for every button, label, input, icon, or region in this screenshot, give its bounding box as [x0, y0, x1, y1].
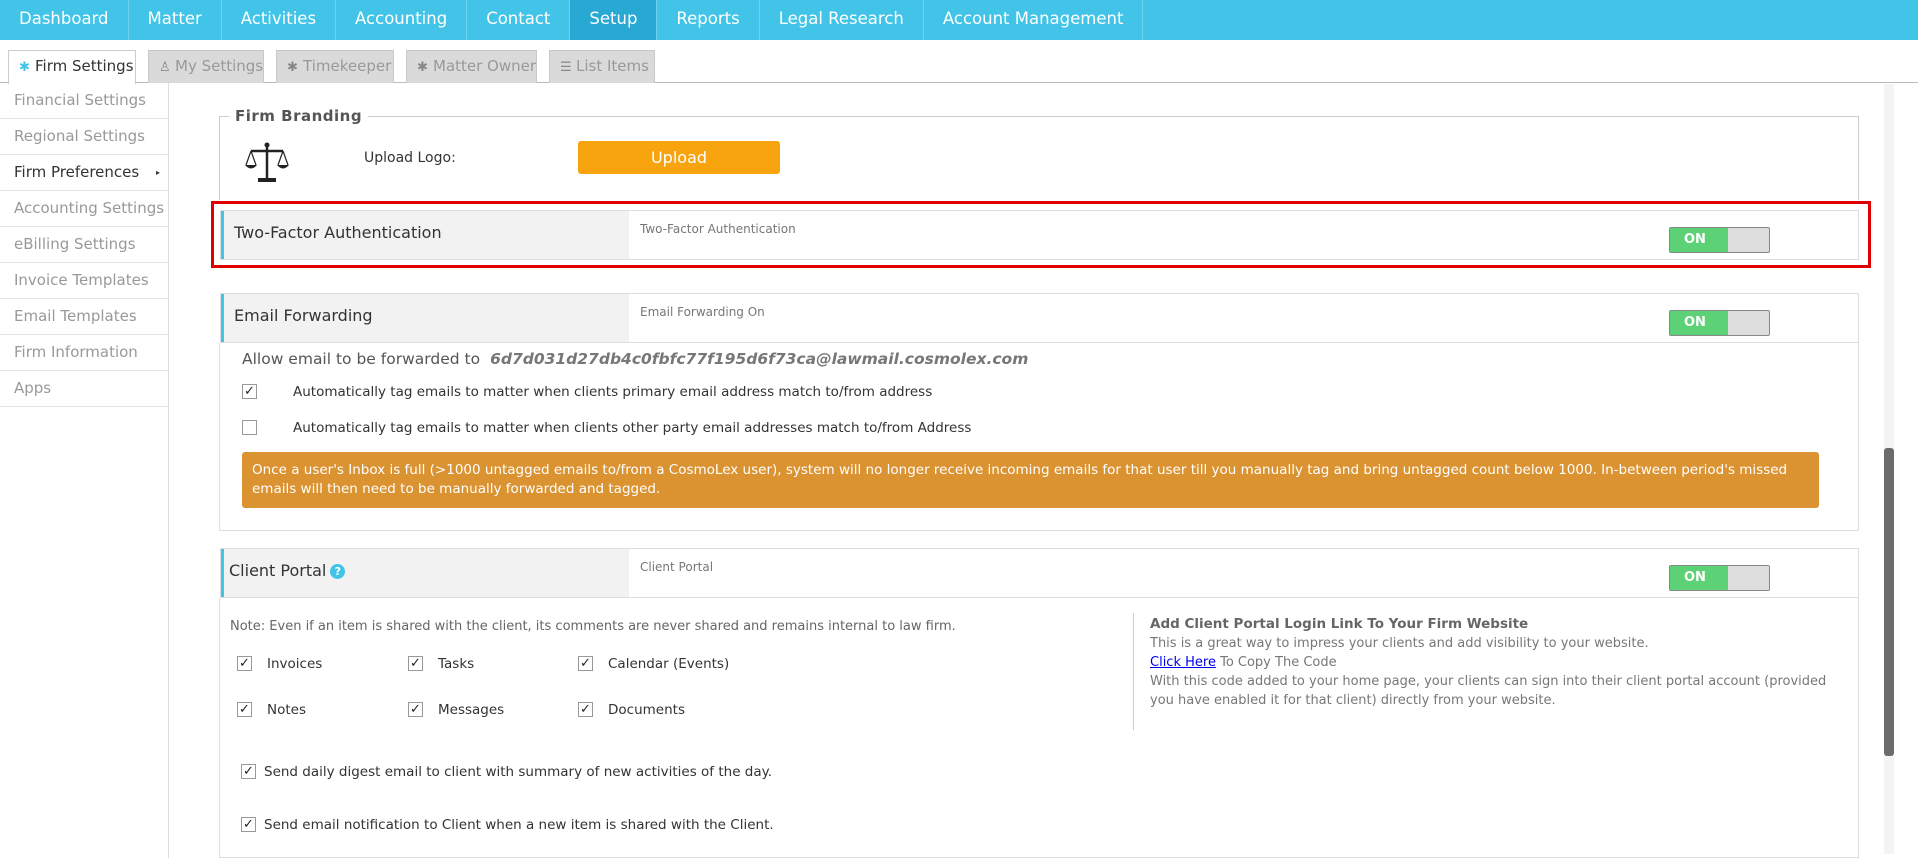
messages-label: Messages: [438, 702, 505, 718]
email-forwarding-toggle[interactable]: ON: [1669, 310, 1770, 336]
nav-setup[interactable]: Setup: [570, 0, 658, 40]
sidebar-item-financial-settings[interactable]: Financial Settings: [0, 83, 168, 119]
tab-timekeeper[interactable]: ✱ Timekeeper: [276, 50, 394, 83]
upload-button[interactable]: Upload: [578, 141, 780, 174]
tab-matter-owner[interactable]: ✱ Matter Owner: [406, 50, 537, 83]
tag-other-party-label: Automatically tag emails to matter when …: [293, 420, 972, 436]
email-notification-label: Send email notification to Client when a…: [264, 817, 774, 833]
arrow-right-icon: ▸: [155, 168, 160, 177]
list-icon: ☰: [560, 60, 572, 75]
nav-account-management[interactable]: Account Management: [924, 0, 1144, 40]
daily-digest-checkbox[interactable]: ✓: [241, 764, 256, 779]
sidebar: Financial Settings Regional Settings Fir…: [0, 83, 169, 858]
client-portal-info-line1: This is a great way to impress your clie…: [1150, 636, 1649, 651]
tasks-label: Tasks: [438, 656, 475, 672]
notes-label: Notes: [267, 702, 306, 718]
invoices-checkbox[interactable]: ✓: [237, 656, 252, 671]
nav-activities[interactable]: Activities: [222, 0, 337, 40]
nav-reports[interactable]: Reports: [657, 0, 760, 40]
calendar-label: Calendar (Events): [608, 656, 730, 672]
sidebar-item-apps[interactable]: Apps: [0, 371, 168, 407]
gear-icon: ✱: [417, 60, 428, 75]
firm-branding-legend: Firm Branding: [229, 107, 369, 125]
client-portal-info-line3: With this code added to your home page, …: [1150, 674, 1827, 708]
calendar-checkbox[interactable]: ✓: [578, 656, 593, 671]
client-portal-row: Client Portal? Client Portal ON: [220, 548, 1859, 598]
client-portal-toggle[interactable]: ON: [1669, 565, 1770, 591]
tag-primary-checkbox[interactable]: ✓: [242, 384, 257, 399]
forward-email-address: 6d7d031d27db4c0fbfc77f195d6f73ca@lawmail…: [490, 350, 1029, 368]
tag-primary-label: Automatically tag emails to matter when …: [293, 384, 933, 400]
nav-matter[interactable]: Matter: [129, 0, 222, 40]
notes-checkbox[interactable]: ✓: [237, 702, 252, 717]
client-portal-info-heading: Add Client Portal Login Link To Your Fir…: [1150, 616, 1529, 632]
settings-tabs: ✱ Firm Settings ♙ My Settings ✱ Timekeeper …: [0, 40, 1918, 84]
gear-icon: ✱: [19, 60, 30, 75]
nav-contact[interactable]: Contact: [467, 0, 571, 40]
tasks-checkbox[interactable]: ✓: [408, 656, 423, 671]
email-forwarding-label: Email Forwarding: [221, 294, 629, 342]
inbox-warning: Once a user's Inbox is full (>1000 untag…: [242, 452, 1819, 508]
sidebar-item-firm-preferences[interactable]: Firm Preferences ▸: [0, 155, 168, 191]
client-portal-label: Client Portal?: [221, 549, 629, 597]
user-icon: ♙: [159, 60, 171, 75]
tag-other-party-checkbox[interactable]: [242, 420, 257, 435]
forward-address-line: Allow email to be forwarded to 6d7d031d27…: [242, 350, 1029, 368]
help-icon[interactable]: ?: [330, 564, 346, 579]
invoices-label: Invoices: [267, 656, 323, 672]
scales-logo-icon: [245, 142, 289, 182]
nav-dashboard[interactable]: Dashboard: [0, 0, 129, 40]
sidebar-item-ebilling-settings[interactable]: eBilling Settings: [0, 227, 168, 263]
sidebar-item-firm-information[interactable]: Firm Information: [0, 335, 168, 371]
sidebar-item-regional-settings[interactable]: Regional Settings: [0, 119, 168, 155]
click-here-link[interactable]: Click Here: [1150, 655, 1216, 670]
sidebar-item-accounting-settings[interactable]: Accounting Settings: [0, 191, 168, 227]
scrollbar-thumb[interactable]: [1884, 448, 1894, 756]
client-portal-description: Client Portal: [640, 560, 714, 574]
documents-checkbox[interactable]: ✓: [578, 702, 593, 717]
toggle-on-label: ON: [1670, 566, 1728, 590]
email-notification-checkbox[interactable]: ✓: [241, 817, 256, 832]
sidebar-item-invoice-templates[interactable]: Invoice Templates: [0, 263, 168, 299]
client-portal-note: Note: Even if an item is shared with the…: [230, 619, 956, 634]
tab-firm-settings[interactable]: ✱ Firm Settings: [8, 50, 136, 84]
firm-branding-section: [219, 116, 1859, 200]
client-portal-info-line2: Click Here To Copy The Code: [1150, 655, 1337, 670]
nav-accounting[interactable]: Accounting: [336, 0, 468, 40]
daily-digest-label: Send daily digest email to client with s…: [264, 764, 772, 780]
email-forwarding-description: Email Forwarding On: [640, 305, 765, 319]
top-nav: Dashboard Matter Activities Accounting C…: [0, 0, 1918, 40]
messages-checkbox[interactable]: ✓: [408, 702, 423, 717]
upload-logo-label: Upload Logo:: [364, 150, 456, 166]
documents-label: Documents: [608, 702, 685, 718]
vertical-divider: [1133, 613, 1134, 730]
email-forwarding-row: Email Forwarding Email Forwarding On ON: [220, 293, 1859, 343]
nav-legal-research[interactable]: Legal Research: [760, 0, 924, 40]
tab-list-items[interactable]: ☰ List Items: [549, 50, 655, 83]
sidebar-item-email-templates[interactable]: Email Templates: [0, 299, 168, 335]
toggle-on-label: ON: [1670, 311, 1728, 335]
gears-icon: ✱: [287, 60, 298, 75]
tab-my-settings[interactable]: ♙ My Settings: [148, 50, 264, 83]
client-portal-info: Add Client Portal Login Link To Your Fir…: [1150, 615, 1830, 710]
highlight-box: [211, 201, 1871, 268]
